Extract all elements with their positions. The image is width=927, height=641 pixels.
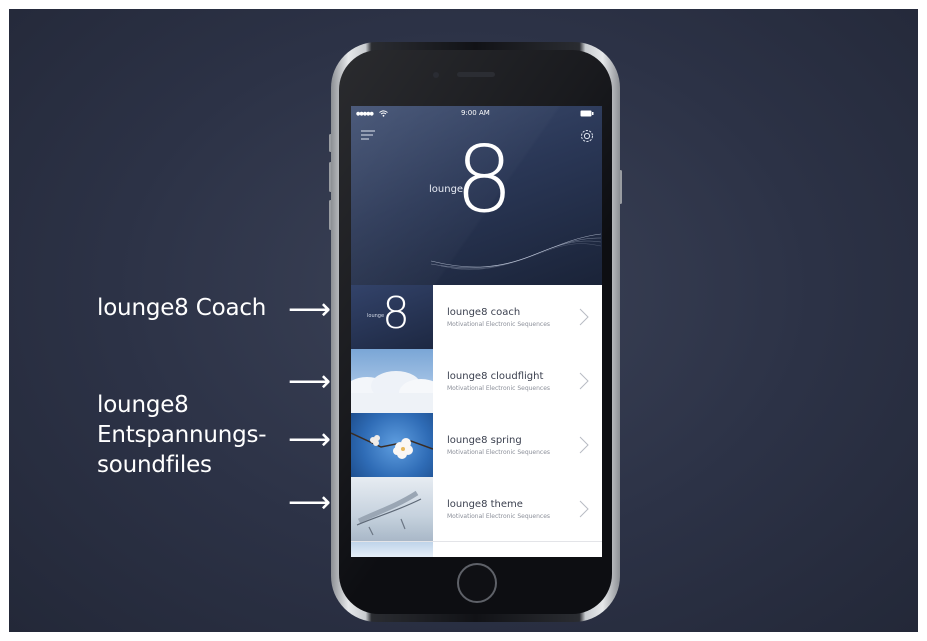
list-item-title: lounge8 theme	[447, 499, 523, 510]
list-item-subtitle: Motivational Electronic Sequences	[447, 513, 551, 520]
soundfiles-annotation-line1: lounge8	[97, 392, 189, 418]
arrow-icon: ⟶	[288, 364, 332, 399]
gear-icon[interactable]	[579, 128, 595, 144]
wifi-icon	[379, 110, 388, 117]
app-screen: ●●●●● 9:00 AM lounge 8 lounge 8 lounge8 …	[351, 106, 602, 557]
status-time: 9:00 AM	[461, 109, 490, 117]
list-item-title: lounge8 cloudflight	[447, 371, 544, 382]
soundfiles-annotation-line2: Entspannungs-	[97, 422, 267, 448]
chevron-right-icon	[579, 436, 589, 454]
arrow-icon: ⟶	[288, 485, 332, 520]
arrow-icon: ⟶	[288, 422, 332, 457]
chevron-right-icon	[579, 372, 589, 390]
earpiece-speaker	[457, 72, 495, 77]
list-item-coach[interactable]: lounge 8 lounge8 coach Motivational Elec…	[351, 285, 602, 350]
front-camera	[433, 72, 439, 78]
list-item-subtitle: Motivational Electronic Sequences	[447, 449, 551, 456]
home-button[interactable]	[457, 563, 497, 603]
list-item-subtitle: Motivational Electronic Sequences	[447, 385, 551, 392]
logo-numeral: 8	[455, 126, 514, 233]
arrow-icon: ⟶	[288, 292, 332, 327]
cloudflight-thumbnail	[351, 349, 433, 413]
chevron-right-icon	[579, 308, 589, 326]
list-item-theme[interactable]: lounge8 theme Motivational Electronic Se…	[351, 477, 602, 542]
thumb-logo-numeral: 8	[382, 288, 410, 339]
wave-decoration	[431, 233, 601, 270]
list-item-spring[interactable]: lounge8 spring Motivational Electronic S…	[351, 413, 602, 478]
hero-header: ●●●●● 9:00 AM lounge 8	[351, 106, 602, 285]
list-item-title: lounge8 coach	[447, 307, 521, 318]
list-item-title: lounge8 spring	[447, 435, 522, 446]
chevron-right-icon	[579, 500, 589, 518]
list-item-subtitle: Motivational Electronic Sequences	[447, 321, 551, 328]
soundfiles-annotation-line3: soundfiles	[97, 452, 212, 478]
coach-thumbnail: lounge 8	[351, 285, 433, 349]
list-item-cloudflight[interactable]: lounge8 cloudflight Motivational Electro…	[351, 349, 602, 414]
coach-annotation: lounge8 Coach	[97, 295, 267, 321]
spring-thumbnail	[351, 413, 433, 477]
list-item-partial	[351, 542, 433, 557]
battery-icon	[580, 110, 594, 117]
menu-icon[interactable]	[361, 130, 375, 140]
signal-strength: ●●●●●	[356, 111, 374, 117]
theme-thumbnail	[351, 477, 433, 541]
